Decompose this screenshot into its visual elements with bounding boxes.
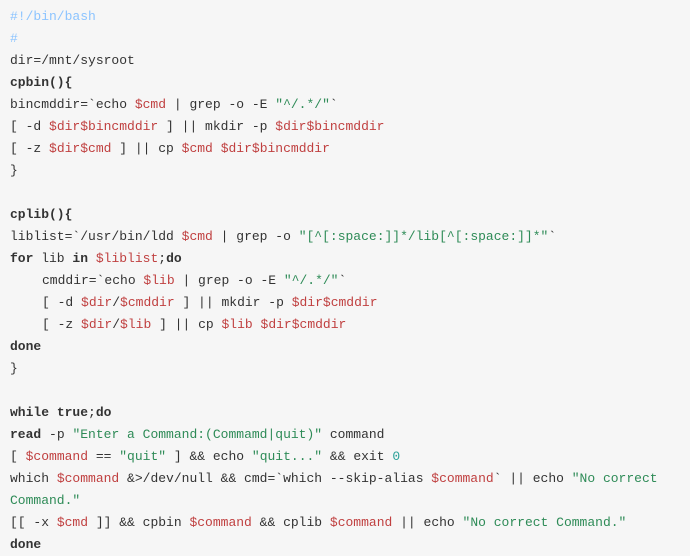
- line-20: read -p "Enter a Command:(Commamd|quit)"…: [10, 427, 385, 442]
- line-11: liblist=`/usr/bin/ldd $cmd | grep -o "[^…: [10, 229, 556, 244]
- line-6: [ -d $dir$bincmddir ] || mkdir -p $dir$b…: [10, 119, 384, 134]
- line-17: }: [10, 361, 18, 376]
- line-8: }: [10, 163, 18, 178]
- line-19: while true;do: [10, 405, 111, 420]
- line-5: bincmddir=`echo $cmd | grep -o -E "^/.*/…: [10, 97, 338, 112]
- shebang-line: #!/bin/bash: [10, 9, 96, 24]
- line-14: [ -d $dir/$cmddir ] || mkdir -p $dir$cmd…: [10, 292, 378, 314]
- line-21: [ $command == "quit" ] && echo "quit..."…: [10, 449, 400, 464]
- line-13: cmddir=`echo $lib | grep -o -E "^/.*/"`: [10, 270, 346, 292]
- code-block: #!/bin/bash # dir=/mnt/sysroot cpbin(){ …: [10, 6, 680, 556]
- line-24: done: [10, 537, 41, 552]
- line-22: which $command &>/dev/null && cmd=`which…: [10, 471, 665, 508]
- line-16: done: [10, 339, 41, 354]
- line-7: [ -z $dir$cmd ] || cp $cmd $dir$bincmddi…: [10, 141, 330, 156]
- line-12: for lib in $liblist;do: [10, 251, 182, 266]
- line-10: cplib(){: [10, 207, 72, 222]
- line-23: [[ -x $cmd ]] && cpbin $command && cplib…: [10, 515, 626, 530]
- comment-line: #: [10, 31, 18, 46]
- line-4: cpbin(){: [10, 75, 72, 90]
- line-15: [ -z $dir/$lib ] || cp $lib $dir$cmddir: [10, 314, 346, 336]
- line-3: dir=/mnt/sysroot: [10, 53, 135, 68]
